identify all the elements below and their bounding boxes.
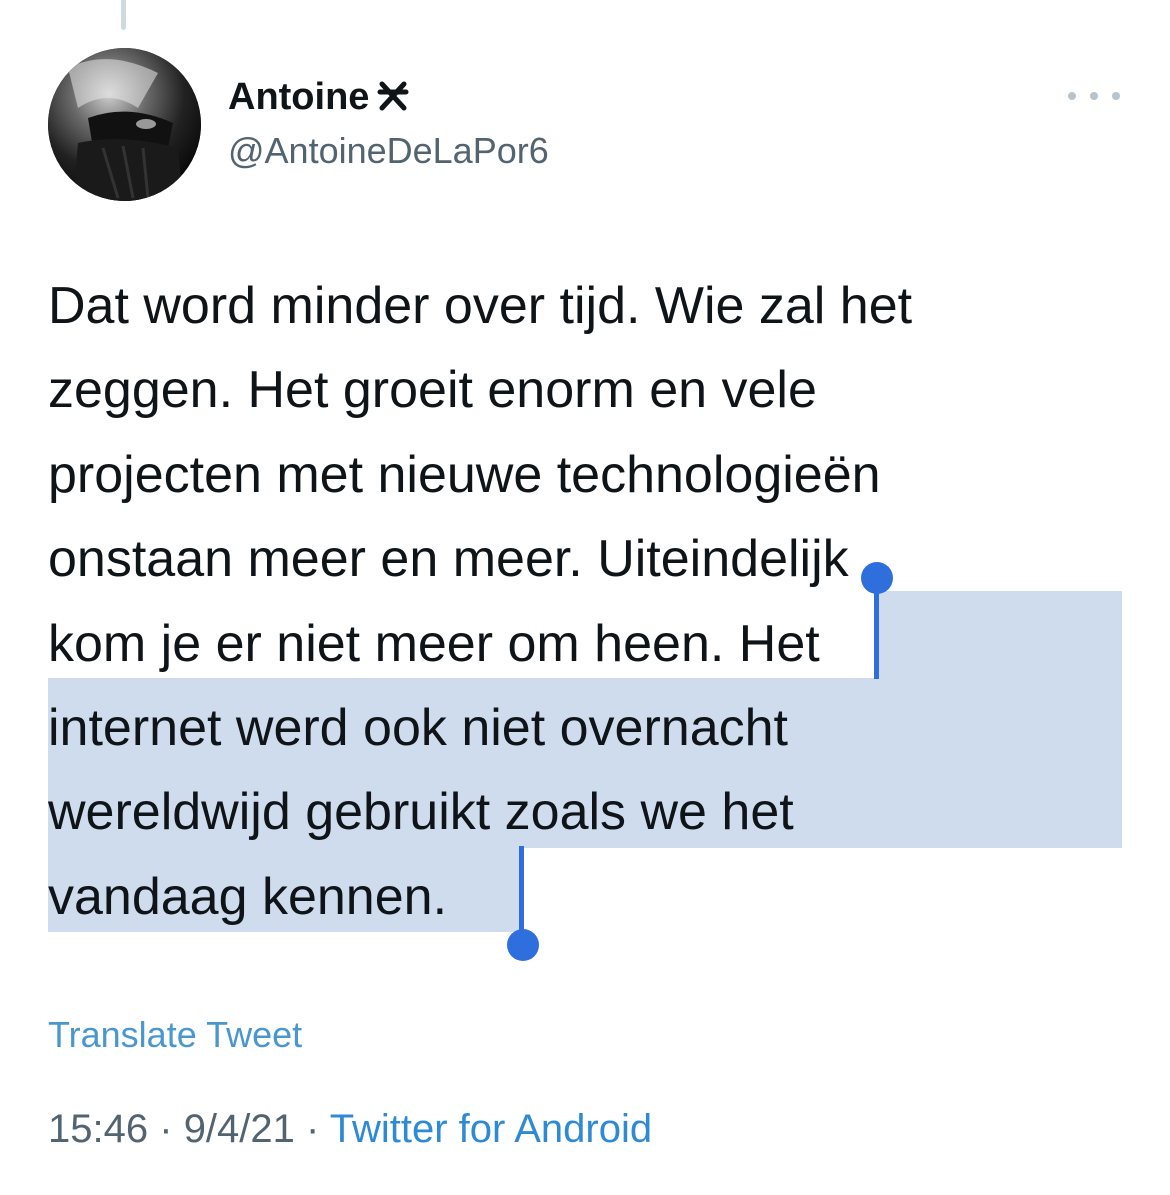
translate-tweet-link[interactable]: Translate Tweet — [48, 1013, 302, 1057]
thread-connector-line — [121, 0, 126, 30]
avatar-photo — [48, 48, 201, 201]
more-options-button[interactable] — [1068, 84, 1120, 108]
selected-text: Het — [738, 614, 820, 673]
tweet-line: Dat word minder over tijd. Wie zal het — [48, 277, 913, 335]
selected-text: vandaag kennen. — [48, 867, 448, 926]
avatar[interactable] — [48, 48, 201, 201]
tweet-body[interactable]: Dat word minder over tijd. Wie zal het z… — [48, 264, 1138, 939]
selection-end-caret — [519, 846, 524, 938]
dot-icon — [1112, 92, 1120, 100]
tweet-line: internet werd ook niet overnacht — [48, 686, 1138, 770]
meta-separator: · — [306, 1107, 320, 1151]
tweet-time[interactable]: 15:46 — [48, 1107, 148, 1151]
tweet-line: kom je er niet meer om heen. Het — [48, 614, 820, 673]
author-handle[interactable]: @AntoineDeLaPor6 — [228, 128, 549, 174]
tweet-date[interactable]: 9/4/21 — [184, 1107, 295, 1151]
selected-text: internet werd ook niet overnacht — [48, 698, 788, 757]
tweet-line: zeggen. Het groeit enorm en vele — [48, 361, 817, 420]
tweet-line: projecten met nieuwe technologieën — [48, 445, 881, 504]
tweet-source-link[interactable]: Twitter for Android — [330, 1107, 652, 1151]
name-badge-icon — [377, 74, 409, 125]
selection-end-handle[interactable] — [507, 929, 539, 961]
tweet-metadata: 15:46 · 9/4/21 · Twitter for Android — [48, 1104, 652, 1154]
tweet-line: vandaag kennen. — [48, 855, 1138, 939]
dot-icon — [1068, 92, 1076, 100]
tweet-line: wereldwijd gebruikt zoals we het — [48, 770, 1138, 854]
selection-start-caret — [874, 582, 879, 679]
tweet-line: onstaan meer en meer. Uiteindelijk — [48, 530, 849, 589]
selected-text: wereldwijd gebruikt zoals we het — [48, 783, 794, 842]
author-display-name[interactable]: Antoine — [228, 74, 409, 125]
dot-icon — [1090, 92, 1098, 100]
meta-separator: · — [159, 1107, 173, 1151]
display-name-text: Antoine — [228, 76, 370, 118]
